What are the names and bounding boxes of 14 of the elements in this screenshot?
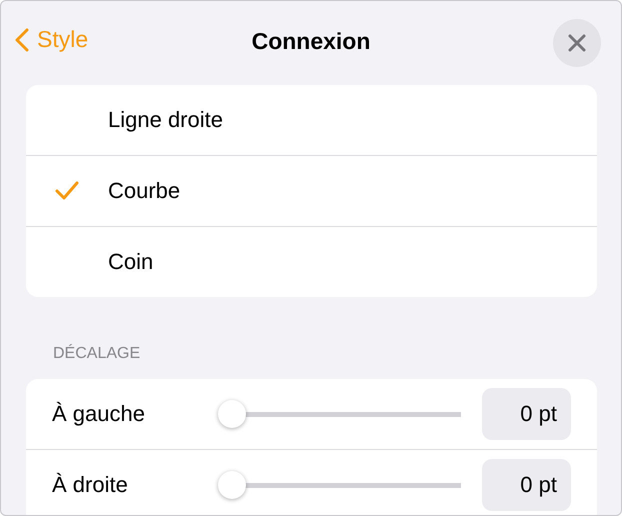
- close-icon: [568, 34, 586, 52]
- slider-thumb[interactable]: [218, 471, 246, 499]
- window-title: Connexion: [252, 28, 370, 54]
- connection-option[interactable]: Courbe: [26, 155, 597, 226]
- slider-label: À droite: [52, 472, 129, 498]
- value-field[interactable]: 0 pt: [482, 388, 571, 440]
- connection-option[interactable]: Coin: [26, 226, 597, 297]
- value-field[interactable]: 0 pt: [482, 459, 571, 511]
- close-button[interactable]: [553, 19, 601, 67]
- chevron-left-icon: [15, 28, 29, 52]
- section-title: DÉCALAGE: [53, 345, 142, 364]
- connection-option[interactable]: Ligne droite: [26, 85, 597, 155]
- slider-label: À gauche: [52, 401, 146, 427]
- slider-thumb[interactable]: [218, 400, 246, 428]
